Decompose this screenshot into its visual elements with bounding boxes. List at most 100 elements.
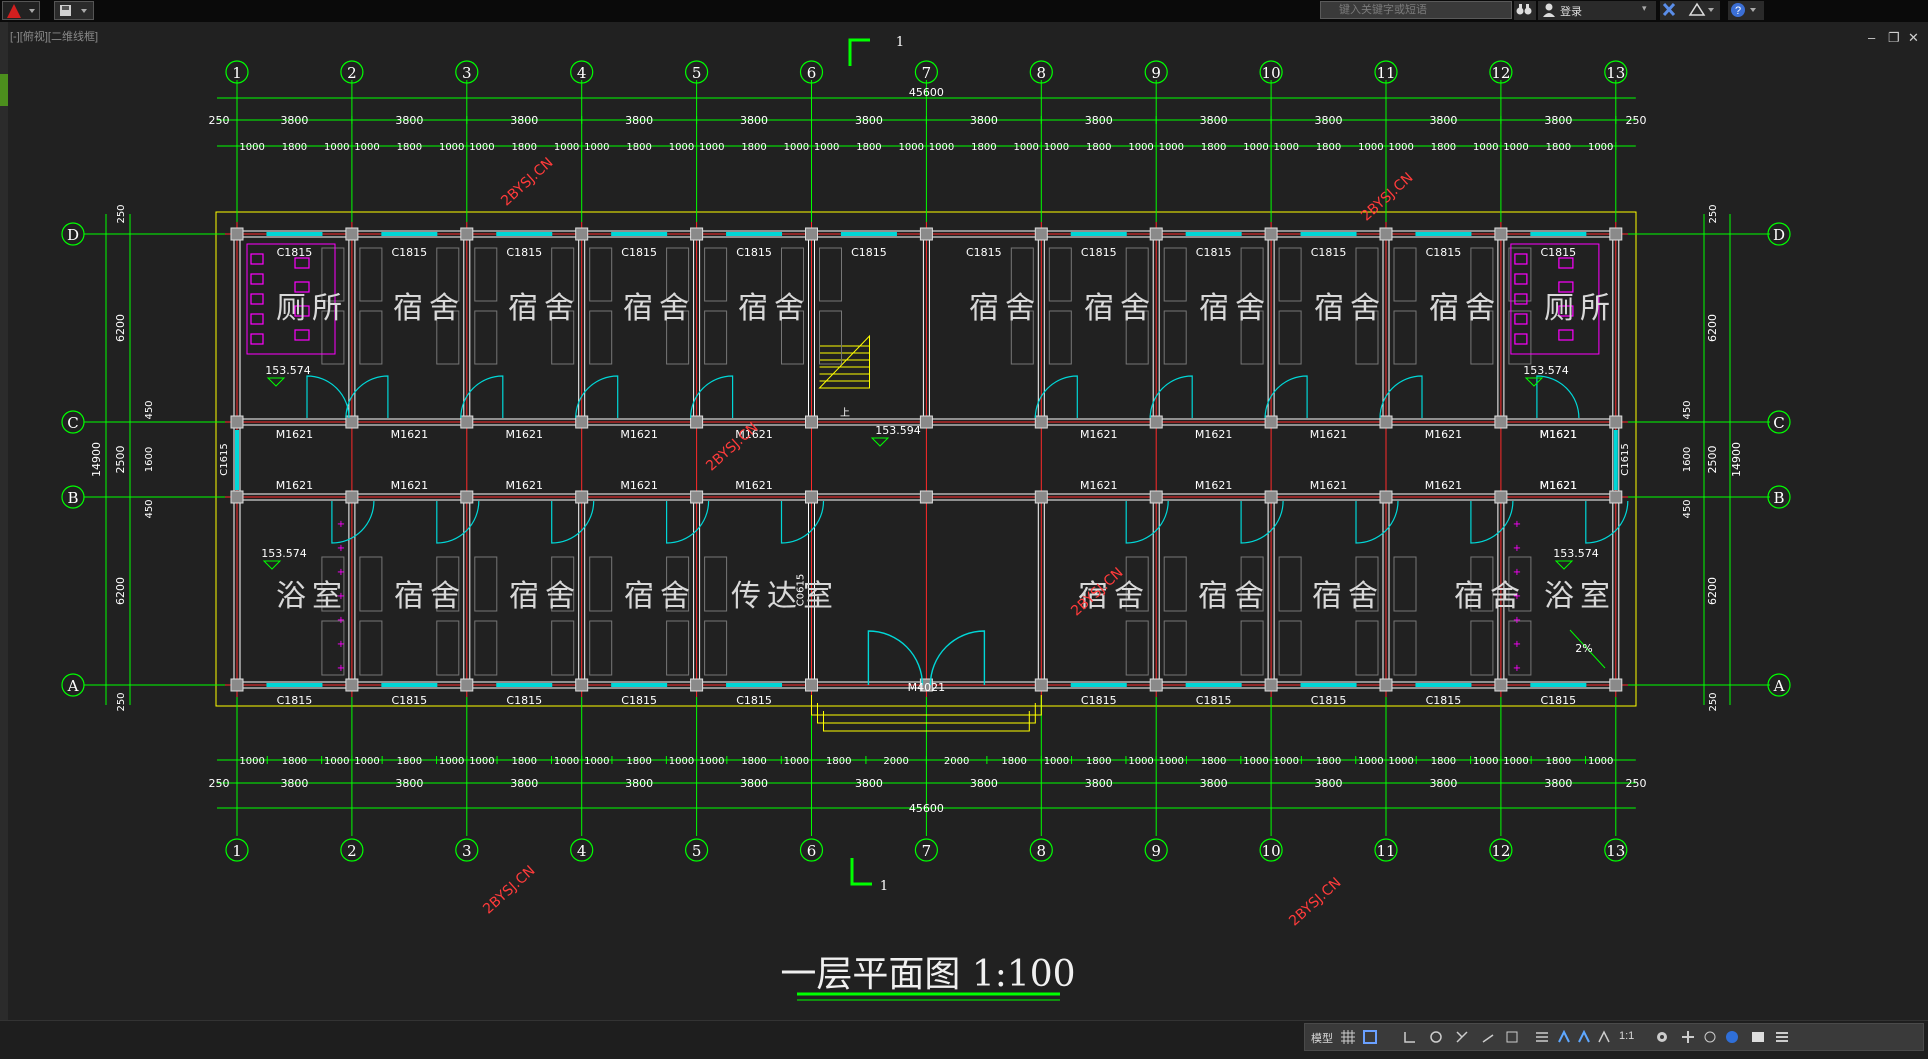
bed xyxy=(819,310,842,365)
shower-mark: + xyxy=(337,567,345,578)
fixture xyxy=(250,333,264,345)
hardware-accel-icon[interactable] xyxy=(1725,1030,1739,1044)
window-mark xyxy=(611,232,668,236)
axis-label-11: 11 xyxy=(1376,842,1395,860)
snap-icon[interactable] xyxy=(1363,1030,1377,1044)
sub-dim-bottom: 1000 xyxy=(1128,756,1153,767)
bed xyxy=(1393,620,1417,676)
sub-dim-top: 1000 xyxy=(784,142,809,153)
door-swing xyxy=(1536,375,1580,419)
window-mark xyxy=(1300,683,1357,687)
window-label: C1815 xyxy=(1426,246,1462,259)
shower-mark: + xyxy=(1513,567,1521,578)
column xyxy=(1149,227,1163,241)
a360-button[interactable] xyxy=(1688,1,1720,20)
window-mark xyxy=(1185,232,1242,236)
annotation-visibility-icon[interactable] xyxy=(1577,1030,1591,1044)
binoculars-button[interactable] xyxy=(1514,1,1536,20)
gear-icon[interactable] xyxy=(1655,1030,1669,1044)
bed xyxy=(1393,310,1417,365)
sub-dim-top: 1800 xyxy=(971,142,996,153)
clean-screen-icon[interactable] xyxy=(1751,1030,1765,1044)
sub-dim-top: 1800 xyxy=(1316,142,1341,153)
grid-icon[interactable] xyxy=(1341,1030,1355,1044)
room-name: 宿舍 xyxy=(1429,291,1501,326)
quick-access-button[interactable] xyxy=(54,1,94,20)
autoscale-icon[interactable] xyxy=(1597,1030,1611,1044)
edge-dim-vert: 250 xyxy=(1708,204,1719,223)
bay-dim-bottom: 3800 xyxy=(1200,777,1228,790)
bay-dim-top: 3800 xyxy=(740,114,768,127)
column xyxy=(1264,227,1278,241)
dyn-icon[interactable] xyxy=(1505,1030,1519,1044)
exchange-button[interactable] xyxy=(1660,1,1688,20)
room-name: 宿舍 xyxy=(394,579,466,614)
window-mark xyxy=(726,232,783,236)
otrack-icon[interactable] xyxy=(1481,1030,1495,1044)
bay-dim-bottom: 3800 xyxy=(740,777,768,790)
door-swing xyxy=(1125,500,1169,544)
bed xyxy=(1393,247,1417,302)
sub-dim-top: 1000 xyxy=(1388,142,1413,153)
window-mark xyxy=(266,683,323,687)
bed xyxy=(819,247,842,302)
annotation-scale[interactable]: 1:1 xyxy=(1619,1030,1634,1042)
door-label: M1621 xyxy=(1310,479,1348,492)
vert-inner-right: 450 xyxy=(1682,400,1693,419)
bay-dim-top: 3800 xyxy=(280,114,308,127)
bed xyxy=(1163,620,1187,676)
sub-dim-top: 1000 xyxy=(699,142,724,153)
elevation-marker xyxy=(1554,560,1574,570)
login-button[interactable]: 登录 ▾ xyxy=(1538,1,1656,20)
shower-mark: + xyxy=(1513,639,1521,650)
axis-label-5: 5 xyxy=(692,64,702,82)
window-label: C1815 xyxy=(1081,246,1117,259)
sub-dim-top: 1000 xyxy=(899,142,924,153)
customize-icon[interactable] xyxy=(1775,1030,1789,1044)
column xyxy=(575,227,589,241)
sub-dim-top: 1000 xyxy=(1588,142,1613,153)
door-label: M1621 xyxy=(1310,428,1348,441)
column xyxy=(1609,415,1623,429)
app-menu-button[interactable] xyxy=(2,1,40,20)
plus-icon[interactable] xyxy=(1681,1030,1695,1044)
ortho-icon[interactable] xyxy=(1403,1030,1417,1044)
search-input[interactable]: 键入关键字或短语 xyxy=(1320,1,1512,19)
column xyxy=(460,490,474,504)
bed xyxy=(474,247,498,302)
model-tab[interactable]: 模型 xyxy=(1311,1030,1333,1046)
annotation-icon[interactable] xyxy=(1557,1030,1571,1044)
bed xyxy=(359,247,383,302)
window-label: C1815 xyxy=(277,246,313,259)
vert-dim-right: 6200 xyxy=(1706,314,1719,342)
bay-dim-top: 3800 xyxy=(510,114,538,127)
isolate-icon[interactable] xyxy=(1703,1030,1717,1044)
axis-label-13: 13 xyxy=(1606,842,1625,860)
bed xyxy=(589,620,613,676)
bed xyxy=(1048,310,1072,365)
vert-dim-left: 2500 xyxy=(114,446,127,474)
window-label: C1815 xyxy=(1311,246,1347,259)
vert-dim-left: 6200 xyxy=(114,314,127,342)
bed xyxy=(474,556,498,612)
help-button[interactable]: ? xyxy=(1728,1,1764,20)
drawing-canvas[interactable]: + ++ ++ ++ ++ ++ ++ +11223344556677889910101111… xyxy=(0,22,1928,1022)
fixture xyxy=(250,253,264,265)
window-label: C1815 xyxy=(1541,694,1577,707)
lineweight-icon[interactable] xyxy=(1535,1030,1549,1044)
window-label: C1815 xyxy=(621,246,657,259)
elevation-label: 153.594 xyxy=(875,424,921,437)
polar-icon[interactable] xyxy=(1429,1030,1443,1044)
bed xyxy=(1163,556,1187,612)
elevation-marker xyxy=(1524,377,1544,387)
window-label: C1815 xyxy=(277,694,313,707)
osnap-icon[interactable] xyxy=(1455,1030,1469,1044)
door-label: M1621 xyxy=(391,479,429,492)
room-name: 厕所 xyxy=(1544,291,1616,326)
column xyxy=(919,227,933,241)
door-swing xyxy=(551,500,595,544)
axis-label-6: 6 xyxy=(807,842,817,860)
sub-dim-bottom: 1800 xyxy=(1086,756,1111,767)
bed xyxy=(704,247,728,302)
elevation-marker xyxy=(266,377,286,387)
